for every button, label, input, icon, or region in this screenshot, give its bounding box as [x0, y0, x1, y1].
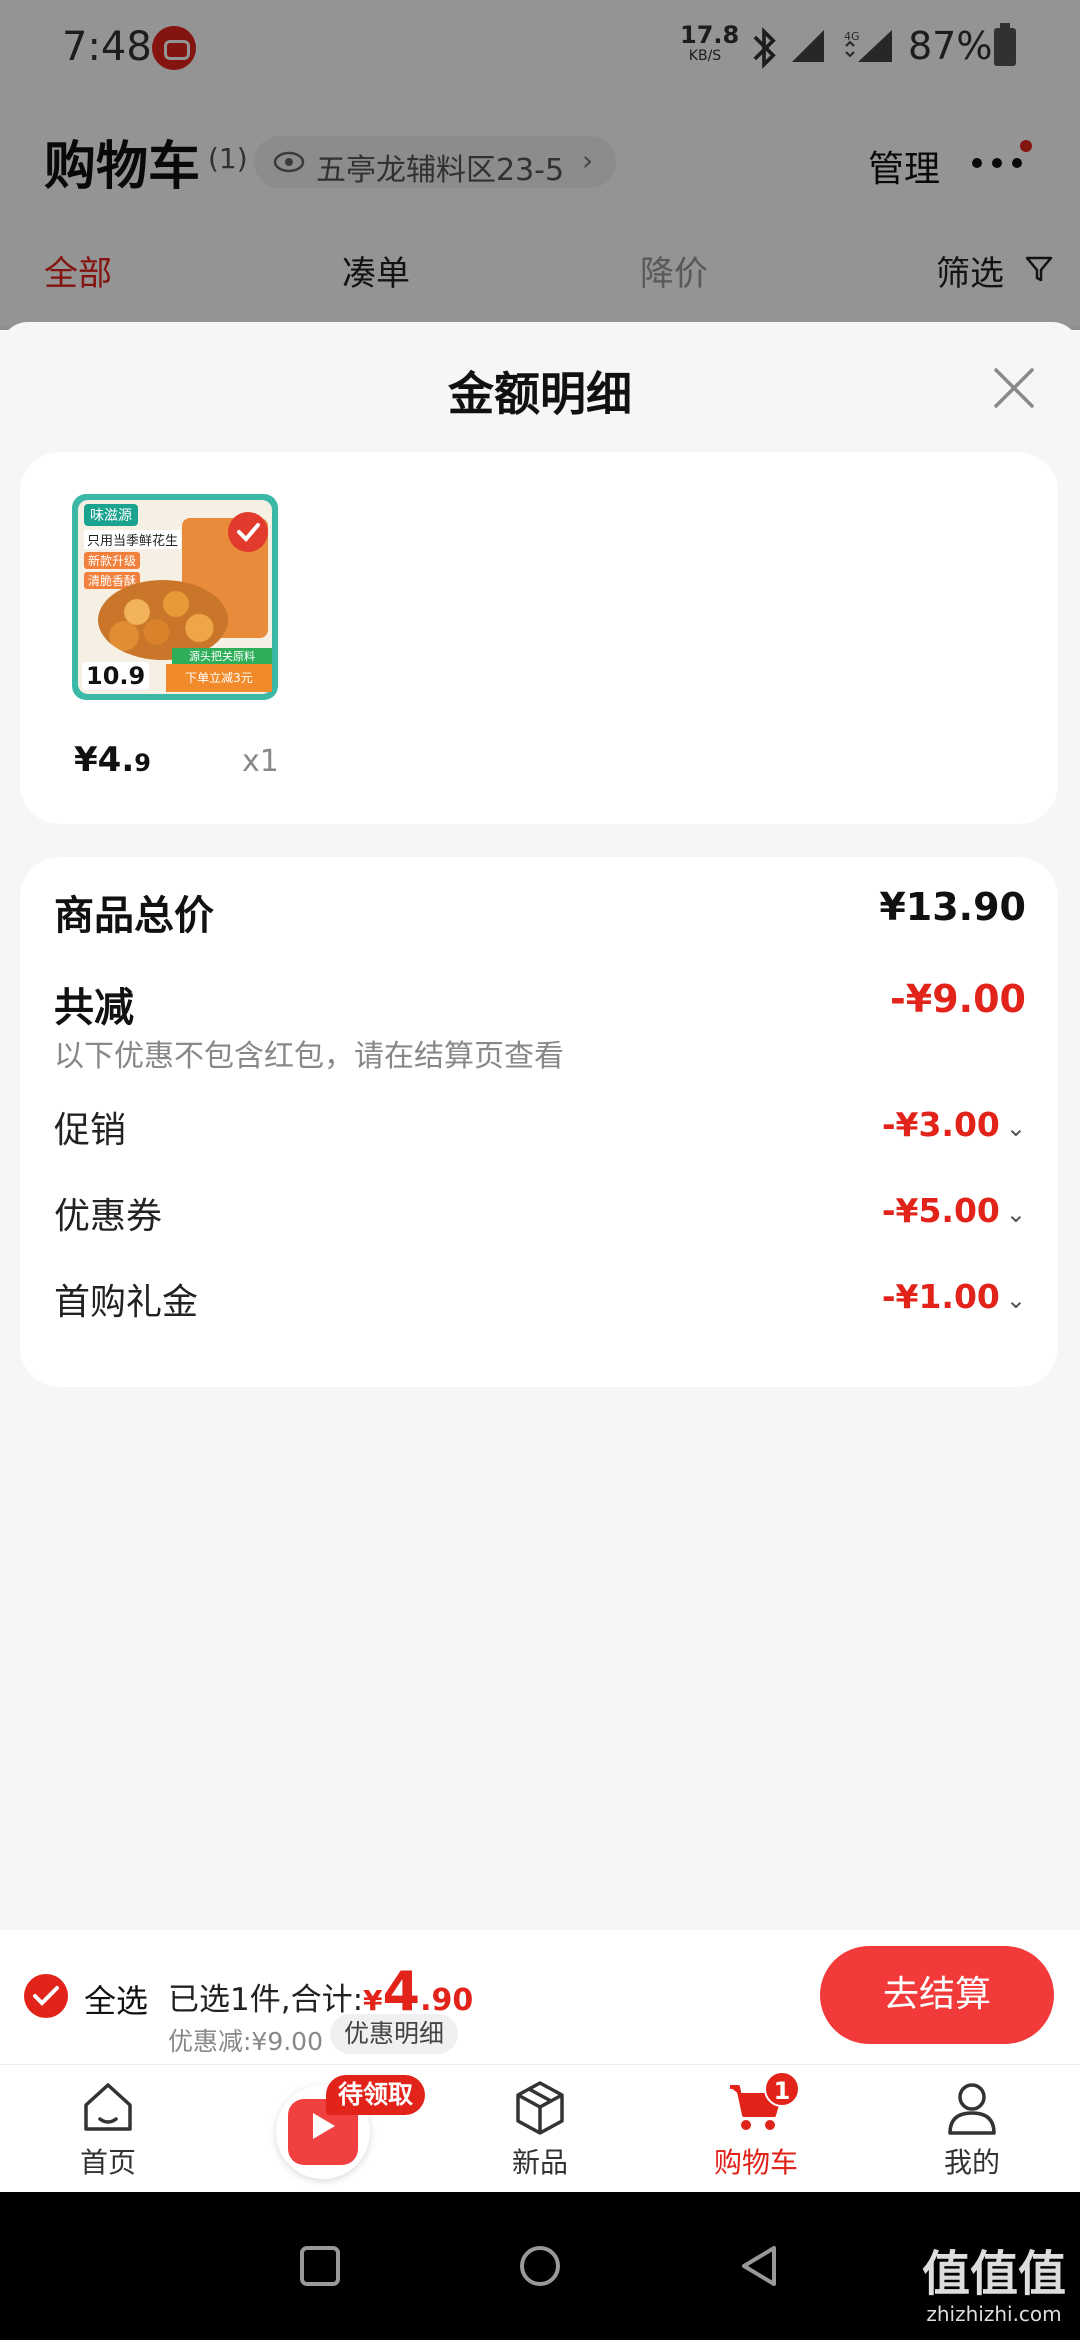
- discount-value: -¥9.00: [890, 977, 1026, 1021]
- discount-detail-button[interactable]: 优惠明细: [330, 2014, 459, 2054]
- back-icon[interactable]: [730, 2236, 790, 2296]
- live-badge: 待领取: [326, 2075, 426, 2115]
- checkout-bar: 全选 已选1件,合计:¥4.90 优惠减:¥9.00 优惠明细 去结算: [0, 1930, 1080, 2064]
- system-nav-bar: [0, 2192, 1080, 2340]
- cart-badge: 1: [764, 2071, 800, 2107]
- chevron-down-icon: ⌄: [1005, 1286, 1026, 1314]
- check-badge-icon: [228, 512, 268, 552]
- recent-apps-icon[interactable]: [290, 2236, 350, 2296]
- user-icon: [948, 2083, 996, 2135]
- nav-home[interactable]: 首页: [38, 2075, 178, 2181]
- select-all-label[interactable]: 全选: [84, 1976, 148, 2022]
- coupon-value: -¥5.00: [881, 1191, 1000, 1230]
- modal-overlay[interactable]: [0, 0, 1080, 330]
- promo-row-toggle[interactable]: -¥3.00 ⌄: [882, 1105, 1026, 1144]
- product-image-banner: 下单立减3元: [166, 664, 272, 692]
- product-image-tag: 新款升级: [84, 552, 141, 569]
- product-image-price: 10.9: [82, 662, 150, 690]
- select-all-checkbox[interactable]: [24, 1974, 68, 2018]
- price-summary-card: 商品总价 ¥13.90 共减 -¥9.00 以下优惠不包含红包，请在结算页查看 …: [20, 857, 1058, 1387]
- first-purchase-row-toggle[interactable]: -¥1.00 ⌄: [882, 1277, 1026, 1316]
- product-card: 味滋源 只用当季鲜花生 新款升级 清脆香酥 源头把关原料 10.9 下单立减3元…: [20, 452, 1058, 824]
- bottom-nav: 首页 待领取 新品 购物车 1 我的: [0, 2064, 1080, 2192]
- first-purchase-label: 首购礼金: [54, 1282, 199, 1323]
- home-button-icon[interactable]: [510, 2236, 570, 2296]
- watermark: 值值值 zhizhizhi.com: [922, 2246, 1067, 2326]
- nav-cart[interactable]: 购物车: [686, 2075, 826, 2181]
- chevron-down-icon: ⌄: [1005, 1200, 1026, 1228]
- promo-label: 促销: [54, 1110, 127, 1151]
- product-quantity: x1: [242, 744, 279, 779]
- amount-detail-sheet: 金额明细 味滋源 只用当季鲜花生 新款升级 清脆香酥 源头把关原料 10.9 下…: [0, 322, 1080, 1932]
- product-price: ¥4.9: [74, 740, 151, 780]
- discount-note: 以下优惠不包含红包，请在结算页查看: [54, 1039, 564, 1074]
- nav-profile[interactable]: 我的: [902, 2075, 1042, 2181]
- product-image-brand: 味滋源: [84, 504, 138, 526]
- checkout-button[interactable]: 去结算: [820, 1946, 1054, 2044]
- coupon-label: 优惠券: [54, 1196, 163, 1237]
- first-purchase-value: -¥1.00: [881, 1277, 1000, 1316]
- total-value: ¥13.90: [879, 885, 1026, 929]
- coupon-row-toggle[interactable]: -¥5.00 ⌄: [882, 1191, 1026, 1230]
- box-icon: [516, 2081, 564, 2135]
- checkout-discount: 优惠减:¥9.00: [168, 2027, 323, 2056]
- close-icon[interactable]: [990, 364, 1038, 412]
- sheet-title: 金额明细: [448, 367, 632, 421]
- home-icon: [84, 2083, 132, 2131]
- total-label: 商品总价: [54, 893, 214, 939]
- nav-new[interactable]: 新品: [470, 2075, 610, 2181]
- product-image-headline: 只用当季鲜花生: [84, 530, 182, 549]
- product-image[interactable]: 味滋源 只用当季鲜花生 新款升级 清脆香酥 源头把关原料 10.9 下单立减3元: [72, 494, 278, 700]
- chevron-down-icon: ⌄: [1005, 1114, 1026, 1142]
- discount-label: 共减: [54, 985, 134, 1031]
- promo-value: -¥3.00: [881, 1105, 1000, 1144]
